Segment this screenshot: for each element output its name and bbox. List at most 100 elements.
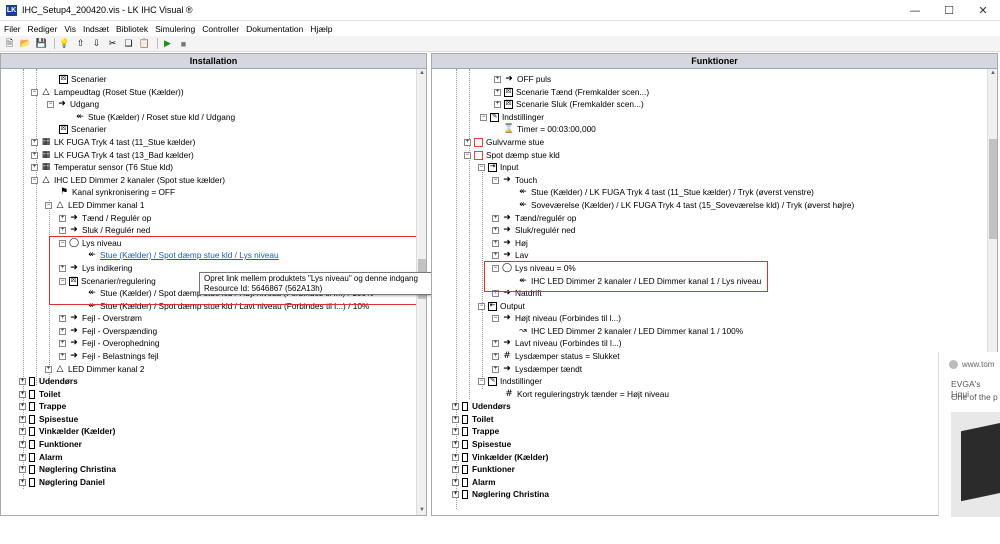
tree-item[interactable]: + Funktioner: [452, 463, 515, 476]
maximize-button[interactable]: ☐: [932, 0, 966, 21]
menu-bibliotek[interactable]: Bibliotek: [116, 24, 148, 34]
download-icon[interactable]: ⇩: [90, 38, 103, 50]
tree-item[interactable]: + Udendørs: [19, 375, 78, 388]
tree-item[interactable]: + ▦ Temperatur sensor (T6 Stue kld): [31, 161, 173, 174]
tree-item[interactable]: − △ Lampeudtag (Roset Stue (Kælder)): [31, 86, 184, 99]
preview-image-product: [961, 422, 1000, 502]
cut-icon[interactable]: ✂: [106, 38, 119, 50]
tree-item[interactable]: + Spisestue: [19, 413, 78, 426]
tree-item[interactable]: − ✎ Indstillinger: [478, 375, 542, 388]
globe-icon: [949, 360, 958, 369]
dimmer-channel-icon: △: [56, 200, 64, 210]
tree-item[interactable]: + Nøglering Daniel: [19, 476, 105, 489]
tree-item[interactable]: + △ LED Dimmer kanal 2: [45, 363, 145, 376]
room-icon: [462, 452, 468, 462]
save-icon[interactable]: 💾: [35, 38, 48, 50]
new-file-icon[interactable]: 🗎: [3, 38, 16, 50]
room-icon: [462, 489, 468, 499]
tree-item[interactable]: + ➜ Tænd/regulér op: [492, 212, 576, 225]
menu-indsaet[interactable]: Indsæt: [83, 24, 109, 34]
close-button[interactable]: ✕: [966, 0, 1000, 21]
tree-item[interactable]: + # Lysdæmper status = Slukket: [492, 350, 620, 363]
tree-item[interactable]: − △ LED Dimmer kanal 1: [45, 199, 145, 212]
tree-item[interactable]: ↞ Stue (Kælder) / Roset stue kld / Udgang: [75, 111, 235, 124]
tree-item[interactable]: + ➜ Høj: [492, 237, 528, 250]
tree-item[interactable]: ↞ Stue (Kælder) / LK FUGA Tryk 4 tast (11…: [518, 186, 814, 199]
room-icon: [29, 426, 35, 436]
tree-item[interactable]: + Udendørs: [452, 400, 511, 413]
tree-item[interactable]: + Funktioner: [19, 438, 82, 451]
room-icon: [29, 401, 35, 411]
tree-item[interactable]: + ➜ Sluk / Regulér ned: [59, 224, 150, 237]
output-arrow-icon: ➜: [503, 338, 511, 348]
room-icon: [462, 477, 468, 487]
dimmer-icon: △: [42, 175, 50, 185]
menu-filer[interactable]: Filer: [4, 24, 21, 34]
tree-item[interactable]: + Spisestue: [452, 438, 511, 451]
upload-icon[interactable]: ⇧: [74, 38, 87, 50]
tree-item[interactable]: + Nøglering Christina: [452, 488, 549, 501]
installation-header: Installation: [1, 54, 426, 69]
open-folder-icon[interactable]: 📂: [19, 38, 32, 50]
light-bulb-icon[interactable]: 💡: [58, 38, 71, 50]
menu-bar: Filer Rediger Vis Indsæt Bibliotek Simul…: [0, 21, 1000, 36]
tree-item[interactable]: + ➜ Sluk/regulér ned: [492, 224, 575, 237]
menu-dokumentation[interactable]: Dokumentation: [246, 24, 303, 34]
tree-item[interactable]: + ➜ Lavt niveau (Forbindes til l...): [492, 337, 622, 350]
tree-item[interactable]: − ⇥ Input: [478, 161, 518, 174]
tree-item[interactable]: + ☒ Scenarie Sluk (Fremkalder scen...): [494, 98, 644, 111]
room-icon: [29, 452, 35, 462]
tree-item[interactable]: − △ IHC LED Dimmer 2 kanaler (Spot stue kæ…: [31, 174, 225, 187]
tree-item[interactable]: − ➜ Touch: [492, 174, 537, 187]
tree-item[interactable]: # Kort reguleringstryk tænder = Højt nive…: [504, 388, 669, 401]
tree-item[interactable]: + ➜ Tænd / Regulér op: [59, 212, 151, 225]
tree-item[interactable]: + ➜ Fejl - Overspænding: [59, 325, 157, 338]
menu-simulering[interactable]: Simulering: [155, 24, 195, 34]
tree-item[interactable]: − ➜ Udgang: [47, 98, 99, 111]
tree-item[interactable]: + ▦ LK FUGA Tryk 4 tast (13_Bad kælder): [31, 149, 194, 162]
output-arrow-icon: ➜: [505, 74, 513, 84]
tree-item[interactable]: + Alarm: [19, 451, 63, 464]
menu-vis[interactable]: Vis: [64, 24, 76, 34]
tree-item[interactable]: + Vinkælder (Kælder): [452, 451, 548, 464]
paste-icon[interactable]: 📋: [138, 38, 151, 50]
preview-snippet: One of the p: [951, 392, 998, 402]
tree-item[interactable]: + Nøglering Christina: [19, 463, 116, 476]
tree-item[interactable]: ↝ IHC LED Dimmer 2 kanaler / LED Dimmer k…: [518, 325, 743, 338]
menu-controller[interactable]: Controller: [202, 24, 239, 34]
tree-item[interactable]: + Toilet: [19, 388, 61, 401]
play-icon[interactable]: ▶: [161, 38, 174, 50]
tree-item[interactable]: + ➜ Fejl - Belastnings fejl: [59, 350, 159, 363]
copy-icon[interactable]: ❏: [122, 38, 135, 50]
right-scrollbar-thumb[interactable]: [989, 139, 997, 239]
minimize-button[interactable]: —: [898, 0, 932, 21]
tree-item[interactable]: + Vinkælder (Kælder): [19, 425, 115, 438]
tree-item[interactable]: + ➜ Fejl - Overstrøm: [59, 312, 142, 325]
tree-item[interactable]: ⚑ Kanal synkronisering = OFF: [59, 186, 175, 199]
tree-item[interactable]: ↞ Soveværelse (Kælder) / LK FUGA Tryk 4 t…: [518, 199, 854, 212]
menu-hjaelp[interactable]: Hjælp: [310, 24, 332, 34]
tree-item[interactable]: − ➜ Højt niveau (Forbindes til l...): [492, 312, 621, 325]
tree-item[interactable]: − Spot dæmp stue kld: [464, 149, 560, 162]
tree-item[interactable]: + ➜ Lysdæmper tændt: [492, 363, 582, 376]
tree-item[interactable]: + Gulvvarme stue: [464, 136, 544, 149]
tree-item[interactable]: + ➜ Fejl - Overophedning: [59, 337, 159, 350]
browser-preview-card[interactable]: www.tom EVGA's Liqui One of the p: [938, 352, 1000, 518]
tree-item[interactable]: + ▦ LK FUGA Tryk 4 tast (11_Stue kælder): [31, 136, 195, 149]
tree-item[interactable]: − ✎ Indstillinger: [480, 111, 544, 124]
status-area: [0, 517, 1000, 544]
menu-rediger[interactable]: Rediger: [28, 24, 58, 34]
stop-icon[interactable]: ■: [177, 38, 190, 50]
tree-item[interactable]: + Trappe: [19, 400, 66, 413]
tree-item[interactable]: − ⇤ Output: [478, 300, 525, 313]
tree-item[interactable]: + Toilet: [452, 413, 494, 426]
tree-item[interactable]: + Alarm: [452, 476, 496, 489]
tree-item[interactable]: ⌛ Timer = 00:03:00,000: [503, 123, 595, 136]
tree-item[interactable]: + ☒ Scenarie Tænd (Fremkalder scen...): [494, 86, 649, 99]
tree-item[interactable]: + ➜ OFF puls: [494, 73, 551, 86]
tree-item[interactable]: ☒ Scenarier: [59, 73, 107, 86]
tree-item[interactable]: + ➜ Lav: [492, 249, 528, 262]
tree-item[interactable]: + Trappe: [452, 425, 499, 438]
tree-item[interactable]: ☒ Scenarier: [59, 123, 107, 136]
input-arrow-icon: ➜: [70, 213, 78, 223]
